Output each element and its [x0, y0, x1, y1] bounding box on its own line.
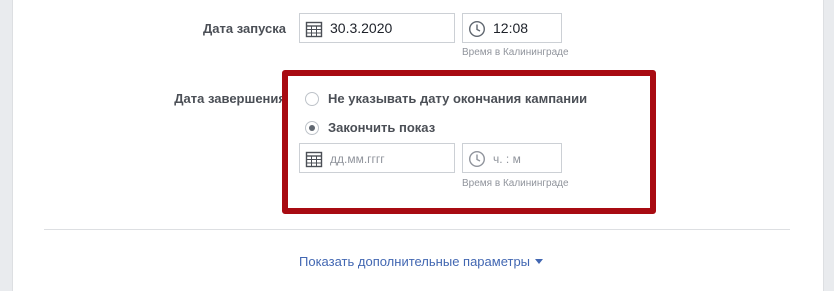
start-time-field[interactable]: 12:08 [462, 13, 562, 43]
clock-icon [468, 20, 486, 38]
start-date-field[interactable]: 30.3.2020 [299, 13, 455, 43]
start-time-value: 12:08 [493, 20, 529, 36]
show-more-params-label: Показать дополнительные параметры [299, 254, 531, 269]
show-more-params-link[interactable]: Показать дополнительные параметры [299, 254, 544, 269]
highlight-box [282, 70, 656, 214]
caret-down-icon [535, 259, 544, 264]
end-date-label: Дата завершения [174, 91, 286, 106]
start-date-value: 30.3.2020 [330, 20, 393, 36]
divider [44, 229, 790, 230]
start-timezone-note: Время в Калининграде [462, 47, 569, 58]
start-date-label: Дата запуска [203, 21, 286, 36]
calendar-icon [305, 21, 323, 38]
